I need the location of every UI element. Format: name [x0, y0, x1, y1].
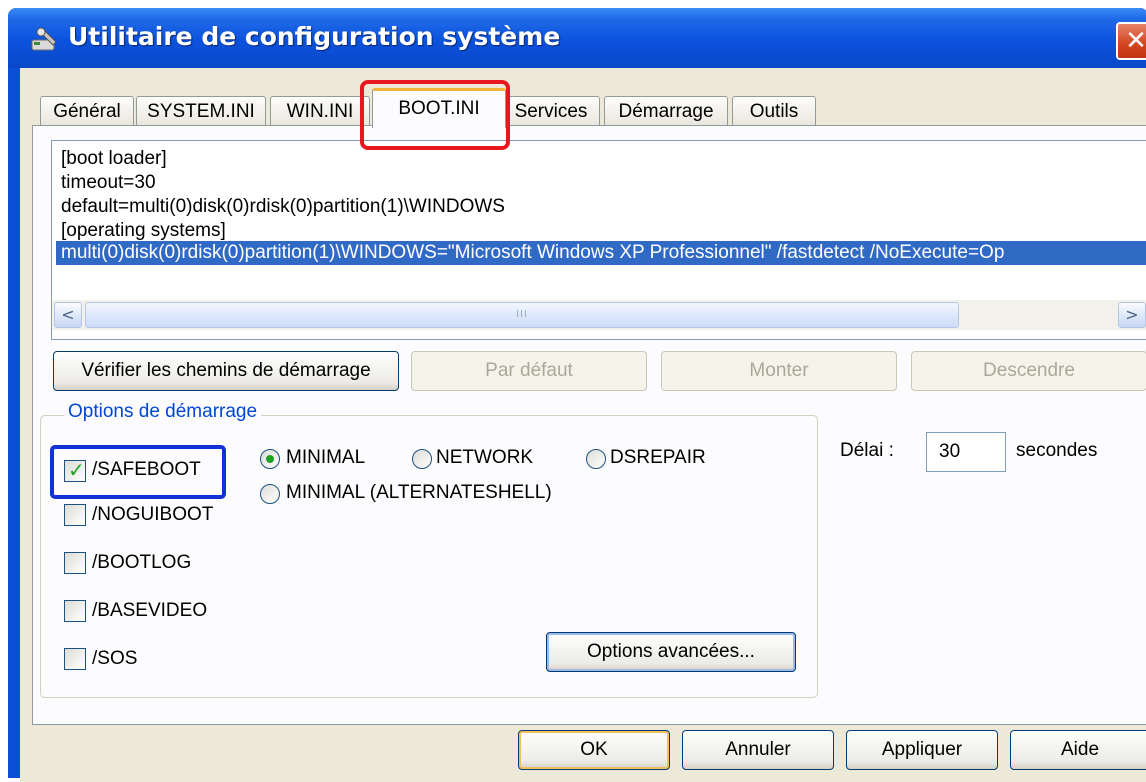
title-bar[interactable]: Utilitaire de configuration système ✕	[8, 8, 1146, 68]
safeboot-checkbox[interactable]: ✓	[64, 458, 86, 482]
basevideo-checkbox[interactable]	[64, 600, 86, 622]
boot-options-legend: Options de démarrage	[64, 401, 262, 423]
scroll-right-icon[interactable]: >	[1118, 302, 1146, 328]
window-title: Utilitaire de configuration système	[68, 22, 561, 51]
cancel-button[interactable]: Annuler	[682, 730, 834, 770]
editor-line-selected[interactable]: multi(0)disk(0)rdisk(0)partition(1)\WIND…	[56, 241, 1146, 265]
tab-general[interactable]: Général	[40, 96, 134, 126]
checkmark-icon: ✓	[68, 458, 85, 482]
tab-demarrage[interactable]: Démarrage	[604, 96, 728, 126]
noguiboot-label[interactable]: /NOGUIBOOT	[92, 504, 213, 526]
advanced-options-button[interactable]: Options avancées...	[546, 632, 796, 672]
noguiboot-checkbox[interactable]	[64, 504, 86, 526]
network-label[interactable]: NETWORK	[436, 447, 533, 469]
basevideo-label[interactable]: /BASEVIDEO	[92, 600, 207, 622]
dsrepair-label[interactable]: DSREPAIR	[610, 447, 706, 469]
dsrepair-radio[interactable]	[586, 449, 606, 469]
safeboot-label[interactable]: /SAFEBOOT	[92, 459, 201, 481]
editor-line: default=multi(0)disk(0)rdisk(0)partition…	[61, 196, 505, 217]
tab-highlight-annotation	[360, 80, 510, 150]
sos-checkbox[interactable]	[64, 648, 86, 670]
msconfig-app-icon	[31, 27, 57, 51]
move-down-button[interactable]: Descendre	[911, 351, 1146, 391]
delay-label: Délai :	[840, 440, 894, 461]
delay-unit-label: secondes	[1016, 440, 1098, 461]
radio-selected-dot	[266, 455, 274, 463]
scroll-thumb[interactable]: III	[85, 302, 959, 328]
move-up-button[interactable]: Monter	[661, 351, 897, 391]
horizontal-scrollbar[interactable]: < III >	[52, 300, 1146, 330]
minimal-radio[interactable]	[260, 449, 280, 469]
minimal-label[interactable]: MINIMAL	[286, 447, 365, 469]
editor-line: [boot loader]	[61, 148, 167, 169]
bootlog-label[interactable]: /BOOTLOG	[92, 552, 191, 574]
default-button[interactable]: Par défaut	[411, 351, 647, 391]
sos-label[interactable]: /SOS	[92, 648, 137, 670]
verify-boot-paths-button[interactable]: Vérifier les chemins de démarrage	[53, 351, 399, 391]
editor-line: timeout=30	[61, 172, 156, 193]
minimal-alternateshell-radio[interactable]	[260, 484, 280, 504]
bootlog-checkbox[interactable]	[64, 552, 86, 574]
minimal-alternateshell-label[interactable]: MINIMAL (ALTERNATESHELL)	[286, 482, 552, 504]
msconfig-window: Utilitaire de configuration système ✕ Gé…	[8, 8, 1146, 782]
boot-ini-editor[interactable]: [boot loader] timeout=30 default=multi(0…	[51, 140, 1146, 340]
ok-button[interactable]: OK	[518, 730, 670, 770]
tab-win-ini[interactable]: WIN.INI	[270, 96, 370, 126]
network-radio[interactable]	[412, 449, 432, 469]
tab-services[interactable]: Services	[502, 96, 600, 126]
scroll-left-icon[interactable]: <	[54, 302, 82, 328]
help-button[interactable]: Aide	[1010, 730, 1146, 770]
tab-outils[interactable]: Outils	[732, 96, 816, 126]
tab-system-ini[interactable]: SYSTEM.INI	[136, 96, 266, 126]
close-button[interactable]: ✕	[1116, 22, 1146, 60]
close-icon: ✕	[1125, 26, 1146, 56]
apply-button[interactable]: Appliquer	[846, 730, 998, 770]
delay-input[interactable]: 30	[926, 432, 1006, 472]
editor-line: [operating systems]	[61, 220, 226, 241]
dialog-client: Général SYSTEM.INI WIN.INI BOOT.INI Serv…	[20, 68, 1146, 782]
